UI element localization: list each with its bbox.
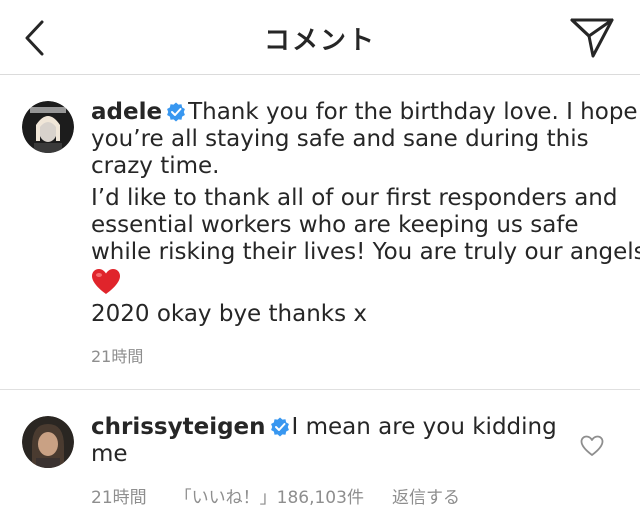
avatar[interactable] bbox=[22, 416, 74, 468]
caption-line: while risking their lives! You are truly… bbox=[91, 239, 640, 265]
caption-line: you’re all staying safe and sane during … bbox=[91, 126, 589, 152]
share-button[interactable] bbox=[569, 15, 615, 59]
verified-badge-icon bbox=[167, 102, 185, 122]
paper-plane-icon bbox=[570, 18, 614, 58]
avatar[interactable] bbox=[22, 101, 74, 153]
divider bbox=[0, 389, 640, 390]
comment-body: chrissyteigen I mean are you kidding me bbox=[91, 414, 557, 468]
caption-username[interactable]: adele bbox=[91, 99, 162, 125]
caption-line: 2020 okay bye thanks x bbox=[91, 301, 368, 327]
reply-button[interactable]: 返信する bbox=[392, 483, 460, 508]
caption-timestamp: 21時間 bbox=[91, 347, 144, 366]
caption-line: crazy time. bbox=[91, 153, 220, 179]
caption-line: adele Thank you for the birthday love. I… bbox=[91, 99, 638, 126]
caption-line: I’d like to thank all of our first respo… bbox=[91, 185, 618, 211]
comment-meta: 21時間 「いいね！」186,103件 返信する bbox=[91, 483, 460, 508]
red-heart-emoji bbox=[91, 266, 626, 296]
red-heart-icon bbox=[92, 268, 120, 294]
comment-line: chrissyteigen I mean are you kidding bbox=[91, 414, 557, 441]
comment-username[interactable]: chrissyteigen bbox=[91, 414, 266, 440]
caption-text: Thank you for the birthday love. I hope bbox=[188, 99, 638, 125]
caption-line: essential workers who are keeping us saf… bbox=[91, 212, 579, 238]
comment-line: me bbox=[91, 441, 128, 467]
heart-outline-icon bbox=[580, 435, 604, 456]
verified-badge-icon bbox=[270, 417, 289, 437]
avatar-image bbox=[22, 416, 74, 468]
comment-likes-count[interactable]: 「いいね！」186,103件 bbox=[175, 483, 364, 508]
comment-timestamp: 21時間 bbox=[91, 488, 147, 508]
avatar-image bbox=[22, 101, 74, 153]
comment-text: I mean are you kidding bbox=[291, 414, 557, 440]
like-button[interactable] bbox=[580, 435, 604, 457]
post-caption: adele Thank you for the birthday love. I… bbox=[91, 99, 640, 328]
comments-header: コメント bbox=[0, 0, 640, 75]
page-title: コメント bbox=[263, 26, 376, 56]
